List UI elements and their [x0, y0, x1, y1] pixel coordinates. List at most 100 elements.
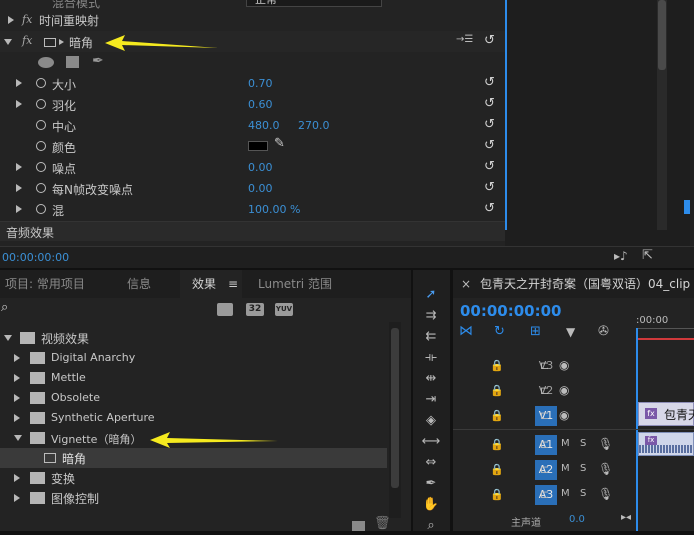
- eye-icon[interactable]: ◉: [559, 358, 569, 372]
- expand-icon[interactable]: [14, 494, 20, 502]
- expand-icon[interactable]: [16, 79, 22, 87]
- microphone-icon[interactable]: 🎙: [598, 437, 613, 451]
- expand-icon[interactable]: [8, 16, 14, 24]
- solo-icon[interactable]: S: [580, 438, 586, 449]
- tree-item-mettle[interactable]: Mettle: [0, 368, 387, 388]
- stopwatch-icon[interactable]: [36, 183, 46, 193]
- eye-icon[interactable]: ◉: [559, 408, 569, 422]
- tree-item-transform[interactable]: 变换: [0, 468, 387, 488]
- param-value[interactable]: 0.00: [248, 161, 273, 174]
- stopwatch-icon[interactable]: [36, 99, 46, 109]
- rate-stretch-tool-icon[interactable]: ⇥: [420, 391, 442, 409]
- tab-effects[interactable]: 效果 ≡: [180, 270, 242, 298]
- expand-icon[interactable]: [16, 184, 22, 192]
- expand-icon[interactable]: [14, 354, 20, 362]
- marker-icon[interactable]: ▼: [566, 325, 575, 339]
- expand-icon[interactable]: [14, 374, 20, 382]
- tree-item-obsolete[interactable]: Obsolete: [0, 388, 387, 408]
- toggle-sync-icon[interactable]: ⊏: [540, 463, 549, 476]
- accelerated-effects-icon[interactable]: [217, 303, 233, 316]
- hand-tool-icon[interactable]: ✋: [420, 496, 442, 514]
- video-clip[interactable]: fx 包青天: [638, 402, 694, 426]
- tree-item-vignette-effect[interactable]: 暗角: [0, 448, 387, 468]
- reset-icon[interactable]: ↺: [484, 138, 495, 153]
- stopwatch-icon[interactable]: [36, 162, 46, 172]
- yuv-badge-icon[interactable]: YUV: [275, 303, 293, 316]
- selection-tool-icon[interactable]: ➚: [420, 286, 442, 304]
- collapse-icon[interactable]: [4, 335, 12, 341]
- expand-icon[interactable]: [16, 205, 22, 213]
- microphone-icon[interactable]: 🎙: [598, 487, 613, 501]
- param-value[interactable]: 0.00: [248, 182, 273, 195]
- param-value[interactable]: 100.00 %: [248, 203, 300, 216]
- toggle-sync-icon[interactable]: ⊏: [540, 384, 549, 397]
- stopwatch-icon[interactable]: [36, 204, 46, 214]
- track-select-backward-icon[interactable]: ⇇: [420, 328, 442, 346]
- lock-icon[interactable]: 🔒: [490, 384, 504, 397]
- stopwatch-icon[interactable]: [36, 120, 46, 130]
- expand-icon[interactable]: [14, 414, 20, 422]
- tree-scrollbar[interactable]: [389, 322, 401, 518]
- toggle-sync-icon[interactable]: ⊏: [540, 409, 549, 422]
- play-audio-icon[interactable]: ▸♪: [614, 249, 628, 263]
- zoom-tool-icon[interactable]: ⌕: [420, 517, 442, 535]
- settings-icon[interactable]: →☰: [456, 34, 473, 45]
- pen-tool-icon[interactable]: ✒: [420, 475, 442, 493]
- reset-icon[interactable]: ↺: [484, 96, 495, 111]
- rectangle-mask-icon[interactable]: [66, 56, 79, 68]
- tree-item-video-effects[interactable]: 视频效果: [0, 328, 387, 348]
- tree-item-image-control[interactable]: 图像控制: [0, 488, 387, 508]
- fx-toggle-icon[interactable]: fx: [22, 34, 32, 47]
- snap-icon[interactable]: ⋈: [459, 323, 473, 339]
- wrench-icon[interactable]: ✇: [598, 324, 609, 339]
- mute-icon[interactable]: M: [561, 463, 570, 474]
- reset-icon[interactable]: ↺: [484, 180, 495, 195]
- rolling-edit-tool-icon[interactable]: ⇹: [420, 370, 442, 388]
- close-icon[interactable]: ×: [461, 270, 471, 298]
- sequence-tab[interactable]: 包青天之开封奇案（国粤双语）04_clip: [480, 270, 690, 298]
- reset-icon[interactable]: ↺: [484, 201, 495, 216]
- solo-icon[interactable]: S: [580, 463, 586, 474]
- tree-item-digital-anarchy[interactable]: Digital Anarchy: [0, 348, 387, 368]
- toggle-sync-icon[interactable]: ⊏: [540, 359, 549, 372]
- timecode-display[interactable]: 00:00:00:00: [2, 251, 69, 264]
- audio-effects-header[interactable]: 音频效果: [0, 221, 505, 241]
- toggle-sync-icon[interactable]: ⊏: [540, 438, 549, 451]
- audio-clip[interactable]: fx: [638, 432, 694, 456]
- stopwatch-icon[interactable]: [36, 141, 46, 151]
- reset-icon[interactable]: ↺: [484, 33, 495, 48]
- time-ruler[interactable]: [638, 328, 694, 336]
- tree-item-synthetic-aperture[interactable]: Synthetic Aperture: [0, 408, 387, 428]
- master-value[interactable]: 0.0: [569, 514, 585, 525]
- timeline-timecode[interactable]: 00:00:00:00: [460, 302, 562, 320]
- track-select-tool-icon[interactable]: ⇉: [420, 307, 442, 325]
- time-remap-row[interactable]: fx 时间重映射: [0, 10, 505, 31]
- tab-menu-icon[interactable]: ≡: [228, 270, 238, 298]
- scrollbar[interactable]: [657, 0, 667, 230]
- tab-lumetri-scopes[interactable]: Lumetri 范围: [258, 270, 332, 298]
- slip-tool-icon[interactable]: ⟷: [420, 433, 442, 451]
- vignette-effect-row[interactable]: fx 暗角 →☰ ↺: [0, 31, 505, 52]
- pen-mask-icon[interactable]: ✒: [92, 53, 104, 69]
- expand-icon[interactable]: [14, 394, 20, 402]
- trash-icon[interactable]: 🗑: [374, 516, 391, 531]
- lock-icon[interactable]: 🔒: [490, 463, 504, 476]
- 32bit-badge-icon[interactable]: 32: [246, 303, 264, 316]
- ellipse-mask-icon[interactable]: [38, 57, 54, 68]
- ripple-edit-tool-icon[interactable]: ⟛: [420, 349, 442, 367]
- eyedropper-icon[interactable]: ✎: [274, 136, 285, 151]
- solo-icon[interactable]: S: [580, 488, 586, 499]
- expand-icon[interactable]: [16, 163, 22, 171]
- export-icon[interactable]: ⇱: [642, 248, 653, 263]
- microphone-icon[interactable]: 🎙: [598, 462, 613, 476]
- collapse-icon[interactable]: [14, 435, 22, 441]
- add-marker-icon[interactable]: ⊞: [530, 324, 541, 339]
- mute-icon[interactable]: M: [561, 488, 570, 499]
- blend-mode-select[interactable]: 正常: [246, 0, 382, 7]
- reset-icon[interactable]: ↺: [484, 117, 495, 132]
- param-value-y[interactable]: 270.0: [298, 119, 330, 132]
- search-icon[interactable]: ⌕: [1, 300, 8, 315]
- lock-icon[interactable]: 🔒: [490, 438, 504, 451]
- work-area-bar[interactable]: [638, 338, 694, 340]
- lock-icon[interactable]: 🔒: [490, 488, 504, 501]
